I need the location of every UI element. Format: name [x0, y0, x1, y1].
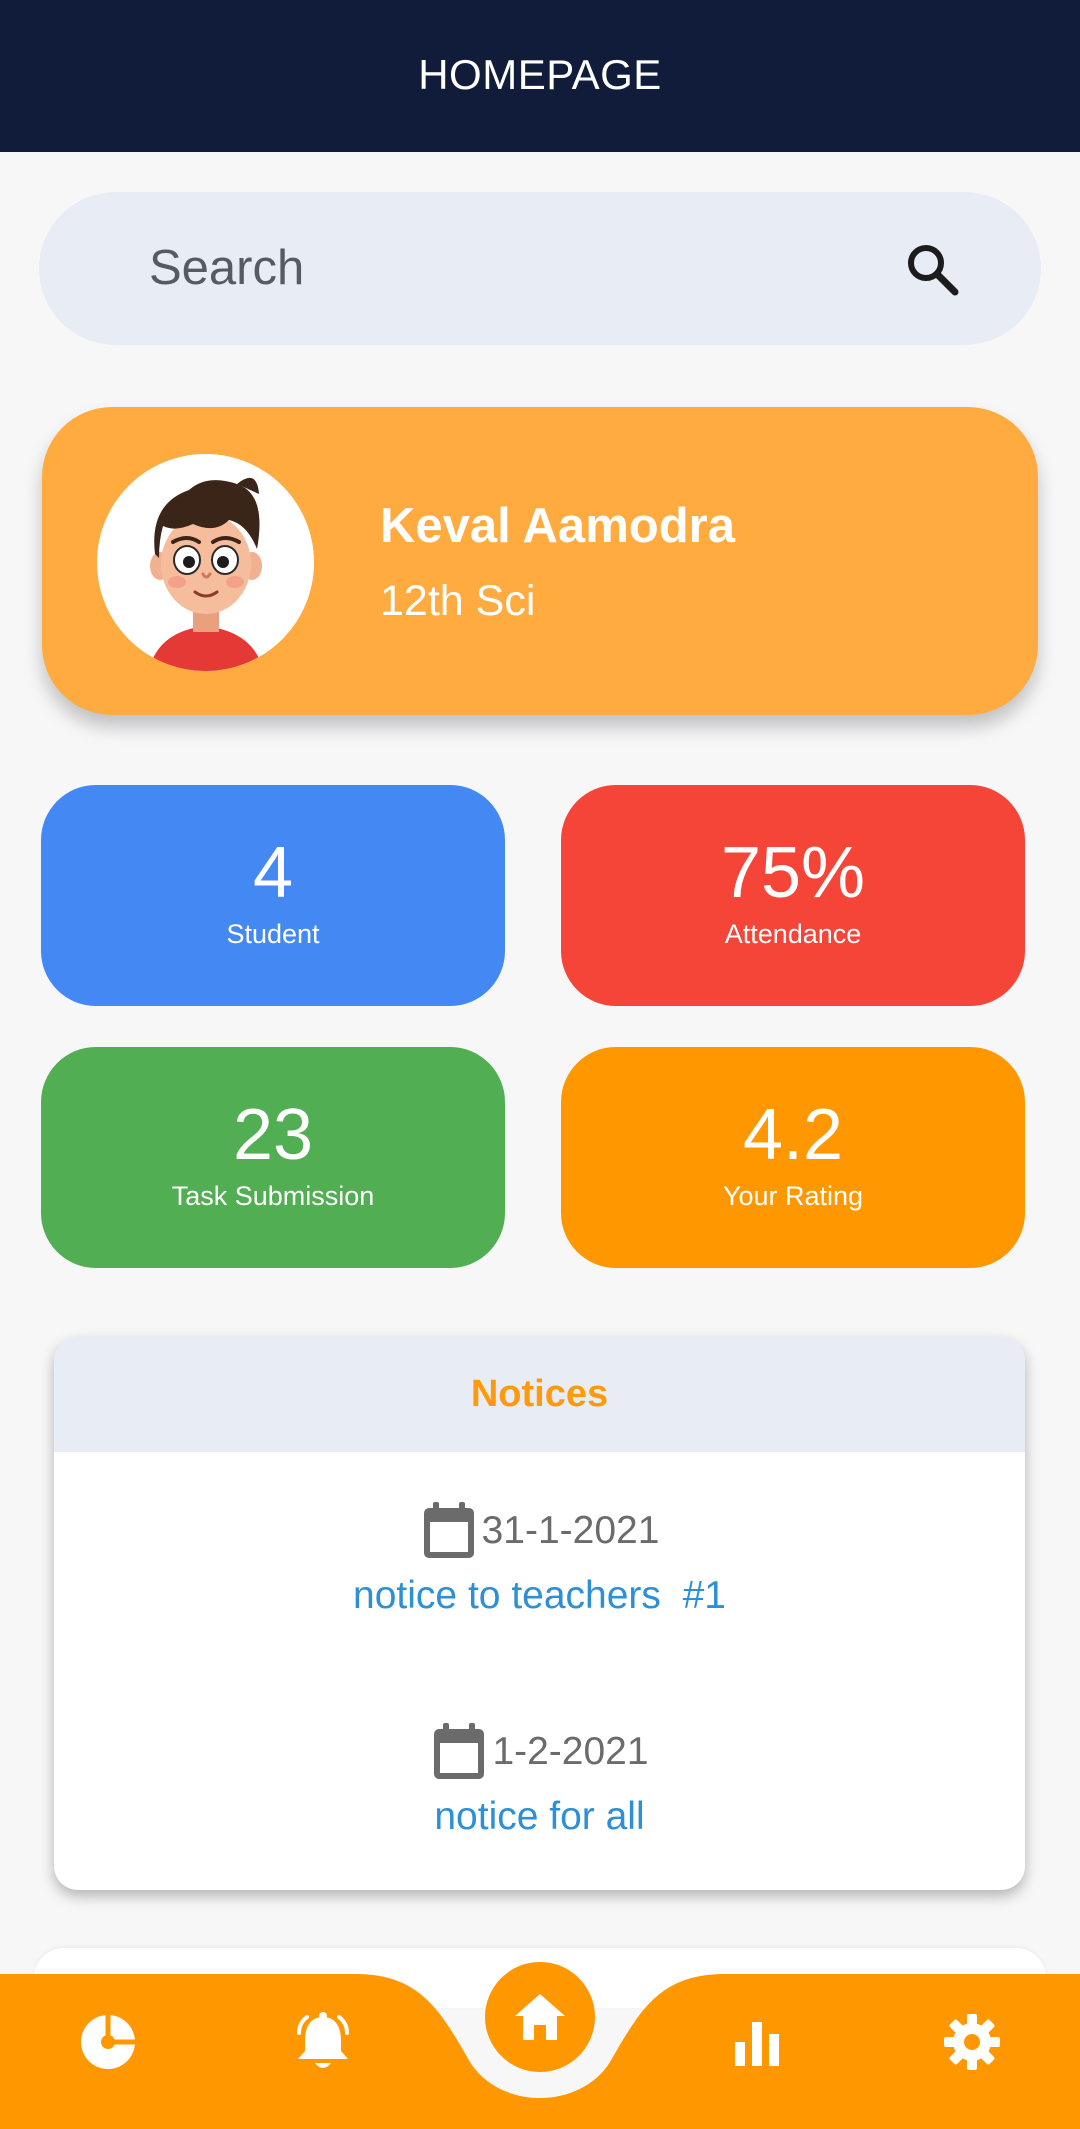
profile-name: Keval Aamodra: [380, 499, 735, 553]
notices-card: Notices 31-1-2021 notice to teachers #1 …: [54, 1337, 1025, 1890]
stat-value: 4.2: [742, 1095, 844, 1175]
nav-home[interactable]: [485, 1962, 595, 2072]
app-bar: HOMEPAGE: [0, 0, 1080, 152]
home-icon: [515, 1994, 565, 2040]
nav-notifications[interactable]: [288, 2007, 358, 2077]
notice-link[interactable]: notice for all: [54, 1795, 1025, 1839]
search-input[interactable]: [149, 228, 909, 308]
nav-statistics[interactable]: [722, 2007, 792, 2077]
profile-card[interactable]: Keval Aamodra 12th Sci: [42, 407, 1038, 715]
notice-link[interactable]: notice to teachers #1: [54, 1574, 1025, 1618]
stat-card-rating[interactable]: 4.2 Your Rating: [561, 1047, 1025, 1268]
avatar: [97, 454, 314, 671]
page-title: HOMEPAGE: [418, 51, 662, 98]
nav-settings[interactable]: [937, 2007, 1007, 2077]
stat-label: Student: [226, 919, 320, 949]
search-icon[interactable]: [905, 242, 959, 296]
notice-date: 31-1-2021: [481, 1509, 660, 1552]
stat-card-attendance[interactable]: 75% Attendance: [561, 785, 1025, 1006]
notices-header: Notices: [54, 1337, 1025, 1452]
stat-value: 75%: [720, 833, 866, 913]
search-bar[interactable]: [39, 192, 1041, 345]
dashboard-icon: [81, 2015, 135, 2069]
notice-date-row: 31-1-2021: [54, 1500, 1025, 1562]
nav-dashboard[interactable]: [73, 2007, 143, 2077]
calendar-icon: [423, 1502, 474, 1558]
stat-card-student[interactable]: 4 Student: [41, 785, 505, 1006]
bar-chart-icon: [735, 2022, 779, 2066]
stat-label: Task Submission: [171, 1181, 375, 1211]
stat-card-task-submission[interactable]: 23 Task Submission: [41, 1047, 505, 1268]
bell-icon: [297, 2012, 349, 2068]
stat-value: 4: [252, 833, 294, 913]
stat-label: Your Rating: [722, 1181, 864, 1211]
stat-label: Attendance: [724, 919, 862, 949]
settings-icon: [944, 2014, 1000, 2070]
notice-date: 1-2-2021: [492, 1730, 649, 1773]
stat-value: 23: [232, 1095, 314, 1175]
avatar-image: [97, 454, 314, 671]
notices-title: Notices: [470, 1373, 609, 1415]
notice-date-row: 1-2-2021: [54, 1721, 1025, 1783]
calendar-icon: [434, 1723, 485, 1779]
profile-class: 12th Sci: [380, 577, 536, 625]
